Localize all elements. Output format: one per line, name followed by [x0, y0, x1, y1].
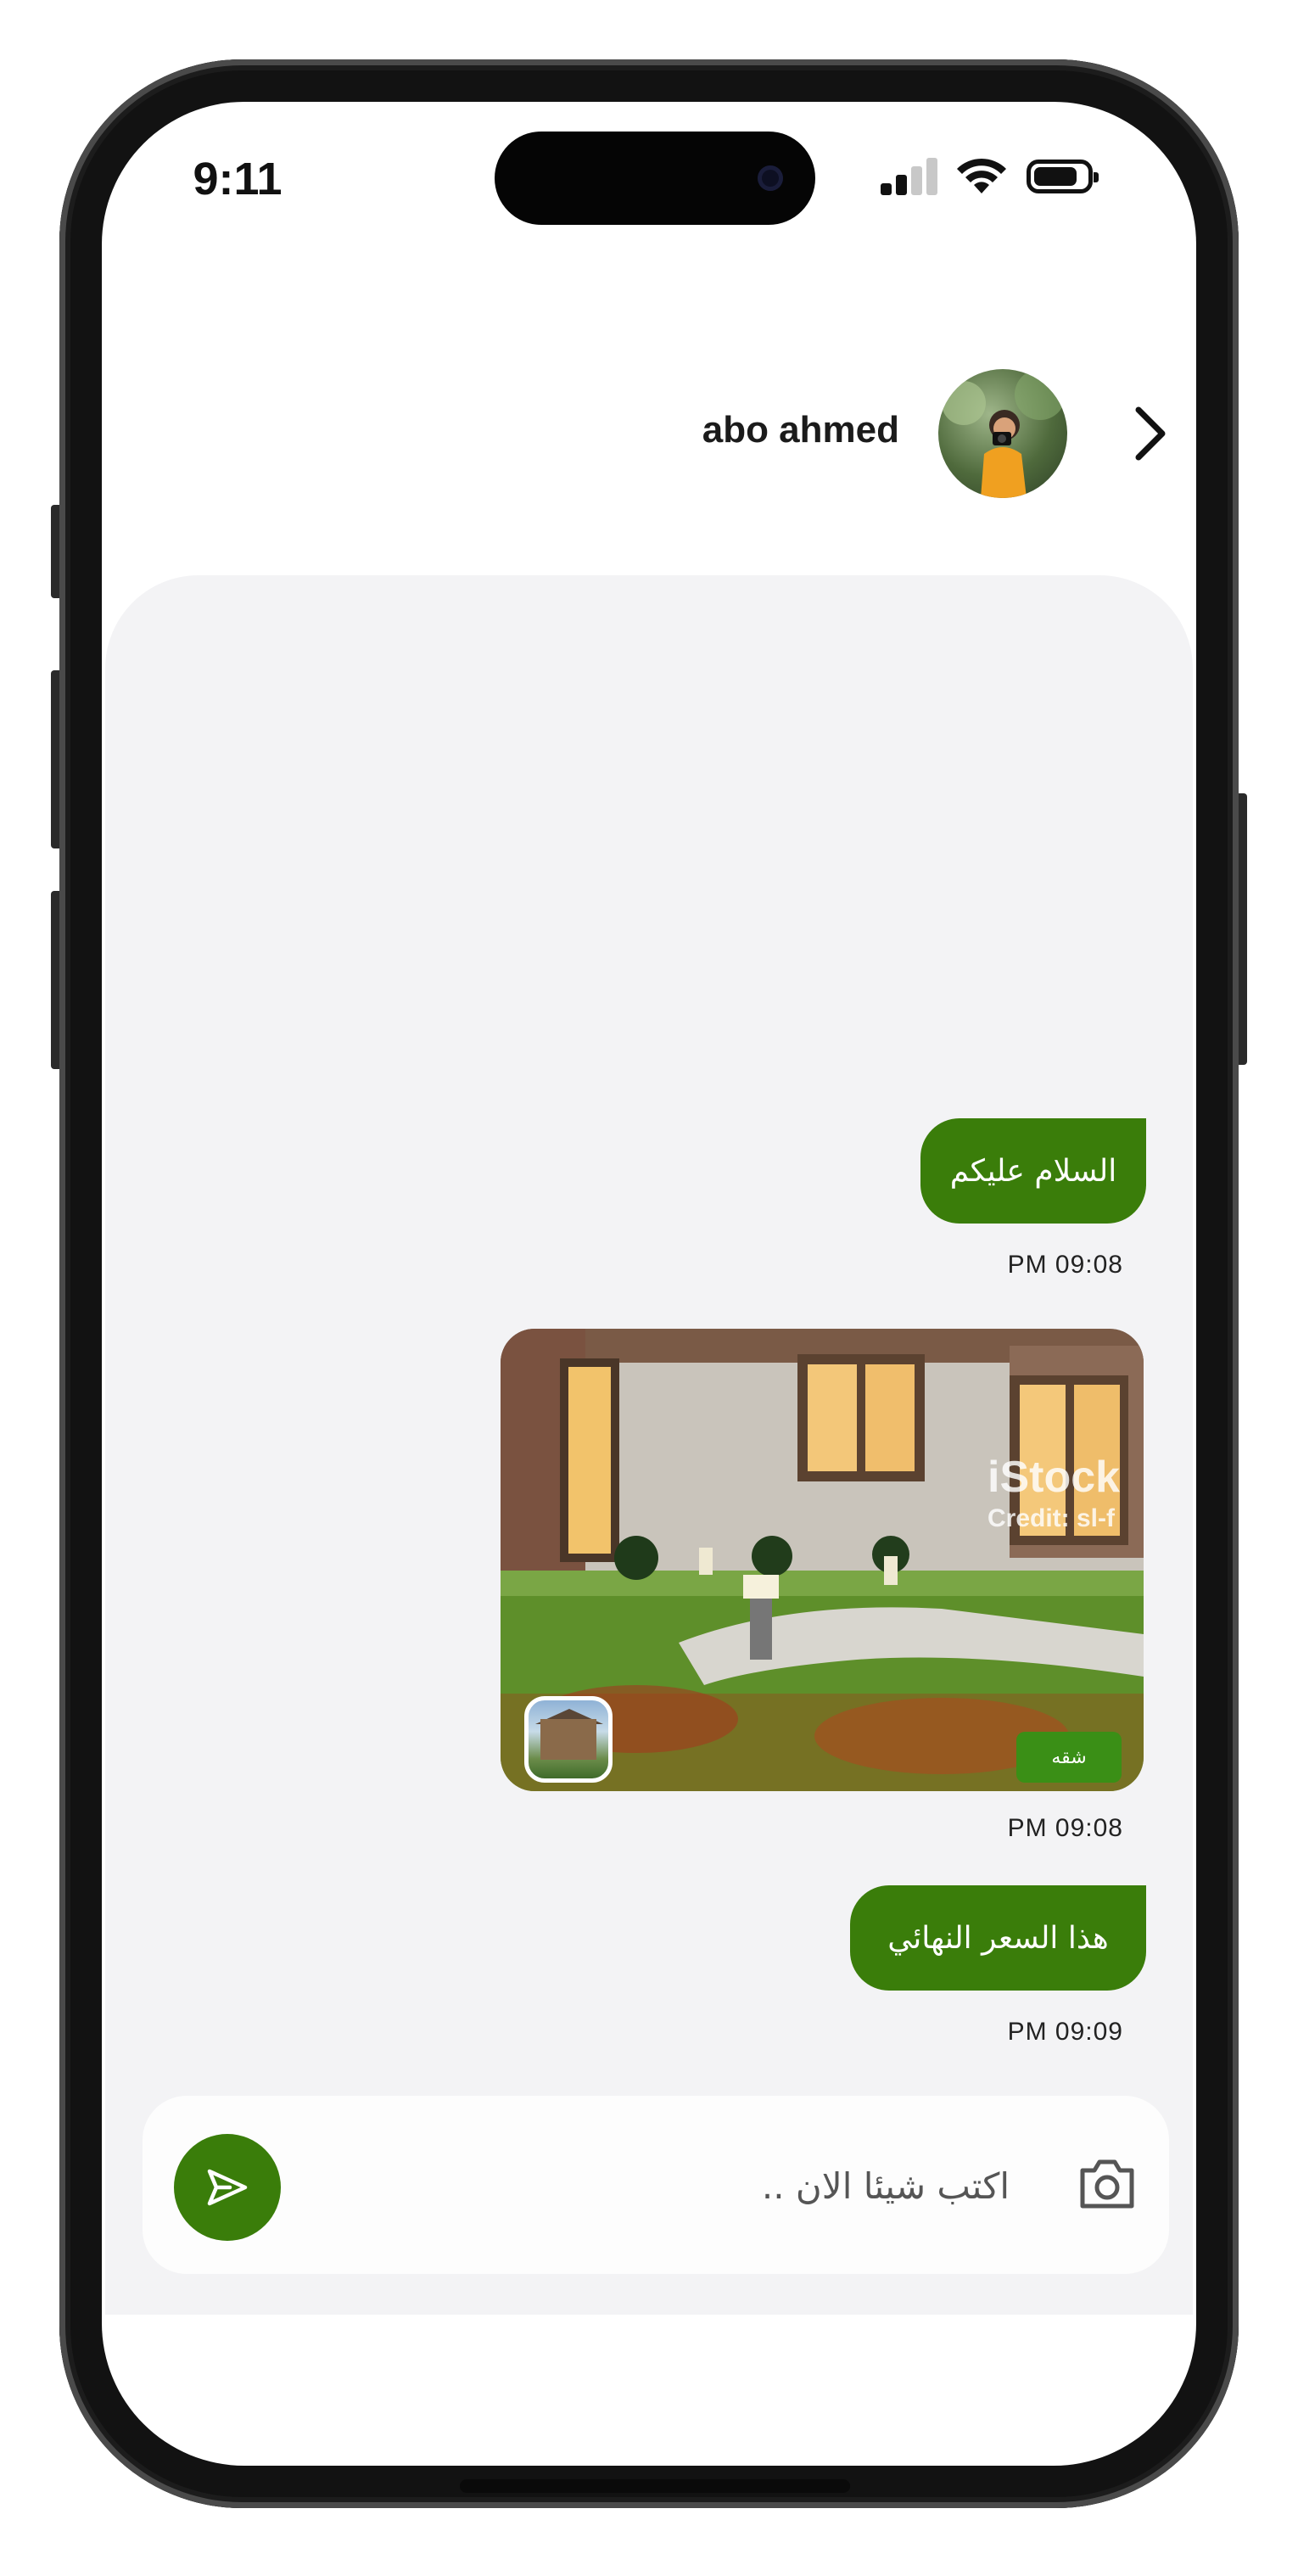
message-text: هذا السعر النهائي	[887, 1920, 1109, 1956]
status-time: 9:11	[193, 154, 283, 204]
home-indicator[interactable]	[460, 2479, 850, 2493]
front-camera-icon	[758, 165, 783, 191]
property-type-badge: شقه	[1016, 1732, 1122, 1783]
watermark-line1: iStock	[987, 1453, 1121, 1502]
chevron-right-icon[interactable]	[1128, 403, 1172, 464]
dynamic-island	[495, 132, 815, 225]
send-icon	[207, 2169, 248, 2206]
send-button[interactable]	[174, 2134, 281, 2241]
contact-name[interactable]: abo ahmed	[577, 409, 899, 451]
avatar[interactable]	[938, 369, 1067, 498]
message-time: PM 09:08	[1007, 1814, 1123, 1842]
message-time: PM 09:08	[1007, 1251, 1123, 1279]
message-text: السلام عليكم	[949, 1153, 1117, 1189]
image-watermark: iStock Credit: sl-f	[987, 1452, 1120, 1533]
message-input[interactable]	[312, 2147, 1011, 2225]
person-avatar-icon	[942, 369, 1066, 498]
wifi-icon	[957, 158, 1006, 193]
message-bubble[interactable]: السلام عليكم	[920, 1118, 1146, 1224]
battery-icon	[1027, 160, 1099, 193]
watermark-line2: Credit: sl-f	[987, 1504, 1115, 1532]
camera-icon[interactable]	[1077, 2155, 1137, 2211]
message-bubble[interactable]: هذا السعر النهائي	[850, 1885, 1146, 1991]
image-message[interactable]: iStock Credit: sl-f شقه	[501, 1329, 1144, 1791]
property-thumbnail[interactable]	[524, 1696, 613, 1783]
message-composer	[143, 2096, 1169, 2274]
message-time: PM 09:09	[1007, 2018, 1123, 2046]
cellular-signal-icon	[881, 158, 940, 195]
